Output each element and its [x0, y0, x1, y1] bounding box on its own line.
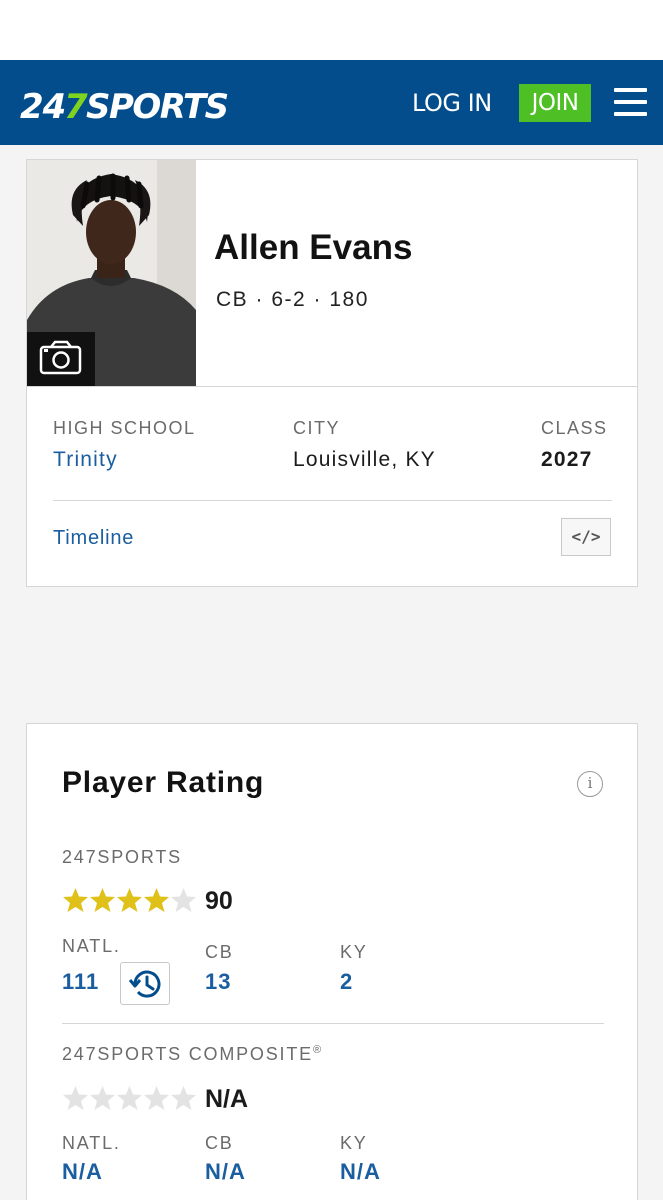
info-icon[interactable]: i	[577, 771, 603, 797]
state-rank-label: KY	[340, 942, 368, 962]
star-empty-icon	[171, 1086, 196, 1110]
star-empty-icon	[90, 1086, 115, 1110]
composite-state-rank-value: N/A	[340, 1159, 381, 1184]
hamburger-menu-icon[interactable]	[614, 88, 647, 116]
star-empty-icon	[171, 888, 196, 912]
national-rank-value[interactable]: 111	[62, 969, 99, 995]
star-filled-icon	[63, 888, 88, 912]
join-button[interactable]: JOIN	[519, 84, 591, 122]
star-empty-icon	[117, 1086, 142, 1110]
city-label: CITY	[293, 418, 341, 438]
state-rank-value[interactable]: 2	[340, 969, 353, 995]
class-label: CLASS	[541, 418, 608, 438]
high-school-label: HIGH SCHOOL	[53, 418, 196, 438]
svg-text:7: 7	[64, 87, 88, 126]
embed-code-button[interactable]: </>	[561, 518, 611, 556]
star-filled-icon	[90, 888, 115, 912]
national-rank-label: NATL.	[62, 936, 121, 956]
divider	[53, 500, 612, 501]
status-bar-area	[0, 0, 663, 60]
composite-position-rank-label: CB	[205, 1133, 234, 1153]
player-profile-card: Allen Evans CB · 6-2 · 180 HIGH SCHOOL T…	[26, 159, 638, 587]
camera-icon[interactable]	[27, 332, 95, 386]
player-rating-title: Player Rating	[62, 766, 265, 799]
247sports-rating-score: 90	[205, 887, 233, 915]
login-link[interactable]: LOG IN	[412, 88, 492, 118]
svg-text:24: 24	[20, 87, 65, 126]
player-rating-card: Player Rating i 247SPORTS 90 NATL. 111 C…	[26, 723, 638, 1200]
svg-text:SPORTS: SPORTS	[86, 87, 228, 126]
player-position-height-weight: CB · 6-2 · 180	[216, 288, 369, 311]
star-filled-icon	[144, 888, 169, 912]
composite-rating-label: 247SPORTS COMPOSITE®	[62, 1044, 323, 1064]
rank-history-icon[interactable]	[120, 962, 170, 1005]
high-school-link[interactable]: Trinity	[53, 448, 118, 472]
star-empty-icon	[144, 1086, 169, 1110]
site-header: 24 7 SPORTS LOG IN JOIN	[0, 60, 663, 145]
composite-state-rank-label: KY	[340, 1133, 368, 1153]
logo-247sports[interactable]: 24 7 SPORTS	[20, 82, 252, 126]
position-rank-value[interactable]: 13	[205, 969, 231, 995]
divider	[27, 386, 637, 387]
timeline-link[interactable]: Timeline	[53, 527, 134, 550]
divider	[62, 1023, 604, 1024]
247sports-rating-label: 247SPORTS	[62, 847, 182, 867]
player-name: Allen Evans	[214, 228, 413, 267]
composite-rating-score: N/A	[205, 1085, 249, 1113]
class-value: 2027	[541, 448, 593, 471]
star-filled-icon	[117, 888, 142, 912]
position-rank-label: CB	[205, 942, 234, 962]
composite-national-rank-label: NATL.	[62, 1133, 121, 1153]
composite-position-rank-value: N/A	[205, 1159, 246, 1184]
composite-national-rank-value: N/A	[62, 1159, 103, 1184]
city-value: Louisville, KY	[293, 448, 436, 471]
composite-star-rating	[62, 1085, 196, 1111]
star-empty-icon	[63, 1086, 88, 1110]
247sports-star-rating	[62, 887, 196, 913]
